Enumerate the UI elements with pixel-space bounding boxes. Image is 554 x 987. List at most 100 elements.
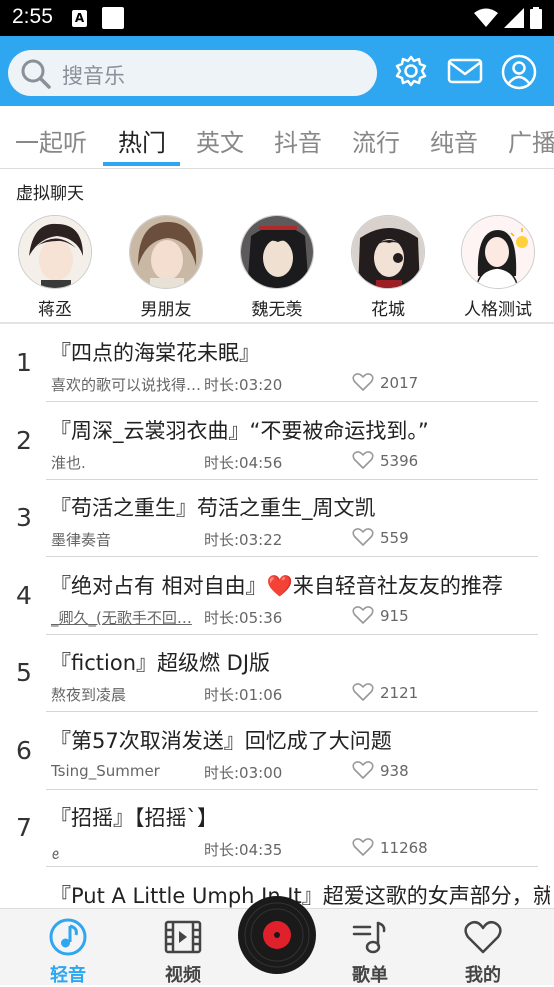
avatar-label: 蒋丞 (38, 300, 72, 320)
virtual-chat-title: 虚拟聊天 (16, 184, 84, 204)
song-likes: 915 (380, 606, 409, 625)
song-likes: 11268 (380, 839, 428, 857)
song-rank: 4 (16, 580, 32, 610)
song-artist: 墨律奏音 (51, 531, 112, 549)
song-title: 『fiction』超级燃 DJ版 (50, 651, 271, 675)
character-weiwuxian[interactable]: 魏无羡 (232, 215, 322, 320)
search-icon (21, 59, 51, 89)
music-note-icon (49, 918, 87, 956)
song-artist: _卿久_(无歌手不回… (51, 608, 192, 627)
avatar-label: 人格测试 (464, 300, 532, 320)
song-rank: 2 (16, 425, 32, 455)
status-bar: 2:55 A (0, 0, 554, 36)
song-row[interactable]: 1 『四点的海棠花未眠』喜欢的歌可以说找得… 时长:03:20 2017 (0, 324, 554, 402)
character-boyfriend[interactable]: 男朋友 (121, 215, 211, 320)
song-row[interactable]: 7 『招摇』【招摇`】 ꫀ 时长:04:35 11268 (0, 789, 554, 867)
song-likes: 559 (380, 529, 409, 547)
song-likes: 938 (380, 761, 409, 780)
avatar-label: 魏无羡 (251, 300, 303, 320)
nav-mine[interactable]: 我的 (443, 917, 523, 987)
signal-icon (504, 8, 524, 28)
film-icon (164, 920, 202, 954)
avatar (240, 215, 314, 289)
song-duration: 时长:03:00 (204, 763, 283, 782)
song-likes: 5396 (380, 451, 419, 470)
song-title: 『第57次取消发送』回忆成了大问题 (50, 728, 392, 753)
nav-label: 歌单 (352, 965, 388, 986)
song-duration: 时长:04:56 (204, 453, 283, 472)
search-placeholder: 搜音乐 (62, 64, 125, 88)
song-rank: 6 (16, 735, 32, 765)
heart-icon[interactable] (352, 450, 374, 474)
avatar (129, 215, 203, 289)
nav-label: 我的 (465, 965, 501, 986)
character-huacheng[interactable]: 花城 (343, 215, 433, 320)
app-header: 搜音乐 (0, 36, 554, 106)
tab-english[interactable]: 英文 (196, 123, 244, 158)
song-title: 『苟活之重生』苟活之重生_周文凯 (50, 496, 376, 520)
user-icon[interactable] (501, 54, 537, 90)
song-duration: 时长:05:36 (204, 608, 283, 627)
avatar (461, 215, 535, 289)
heart-icon[interactable] (352, 837, 374, 861)
nav-light-music[interactable]: 轻音 (28, 917, 108, 987)
song-title: 『招摇』【招摇`】 (50, 806, 218, 830)
avatar-label: 男朋友 (140, 300, 192, 320)
tab-douyin[interactable]: 抖音 (274, 123, 322, 158)
song-likes: 2121 (380, 684, 419, 702)
nav-playlist[interactable]: 歌单 (330, 917, 410, 987)
avatar (351, 215, 425, 289)
avatar (18, 215, 92, 289)
tab-radio[interactable]: 广播 (508, 123, 554, 158)
song-title: 『绝对占有 相对自由』❤️来自轻音社友友的推荐 (50, 573, 503, 598)
song-duration: 时长:04:35 (204, 841, 283, 859)
song-row[interactable]: 4 『绝对占有 相对自由』❤️来自轻音社友友的推荐 _卿久_(无歌手不回… 时长:05… (0, 557, 554, 635)
tab-instrumental[interactable]: 纯音 (430, 123, 478, 158)
active-tab-indicator (103, 162, 180, 166)
song-row[interactable]: 2 『周深_云裳羽衣曲』“不要被命运找到。” 淮也. 时长:04:56 5396 (0, 402, 554, 480)
song-rank: 5 (16, 658, 32, 687)
notification-a-icon: A (72, 10, 87, 27)
status-time: 2:55 (12, 5, 53, 28)
song-row[interactable]: 6 『第57次取消发送』回忆成了大问题 Tsing_Summer 时长:03:00 93… (0, 712, 554, 790)
wifi-icon (474, 8, 498, 27)
song-row[interactable]: 5 『fiction』超级燃 DJ版熬夜到凌晨 时长:01:06 2121 (0, 634, 554, 712)
heart-icon[interactable] (352, 682, 374, 706)
nav-label: 视频 (165, 965, 201, 986)
song-artist: 淮也. (51, 453, 86, 472)
mail-icon[interactable] (447, 54, 483, 88)
notification-square-icon (102, 7, 124, 29)
character-jiangcheng[interactable]: 蒋丞 (10, 215, 100, 320)
category-tabs: 一起听 热门 英文 抖音 流行 纯音 广播 (0, 106, 554, 169)
song-artist: 喜欢的歌可以说找得… (51, 376, 201, 394)
song-likes: 2017 (380, 374, 419, 392)
song-title: 『周深_云裳羽衣曲』“不要被命运找到。” (50, 418, 429, 443)
search-input[interactable]: 搜音乐 (8, 50, 377, 96)
song-duration: 时长:03:20 (204, 376, 283, 394)
heart-icon[interactable] (352, 605, 374, 629)
song-title: 『四点的海棠花未眠』 (50, 341, 260, 365)
heart-icon[interactable] (352, 527, 374, 551)
nav-label: 轻音 (50, 965, 86, 986)
song-rank: 1 (16, 348, 32, 377)
avatar-label: 花城 (371, 300, 405, 320)
battery-icon (530, 7, 542, 29)
song-row[interactable]: 3 『苟活之重生』苟活之重生_周文凯墨律奏音 时长:03:22 559 (0, 479, 554, 557)
character-personality-test[interactable]: 人格测试 (453, 215, 543, 320)
song-duration: 时长:03:22 (204, 531, 283, 549)
tab-pop[interactable]: 流行 (352, 123, 400, 158)
nav-video[interactable]: 视频 (143, 917, 223, 987)
tab-together[interactable]: 一起听 (15, 123, 87, 158)
heart-nav-icon (464, 920, 502, 954)
playlist-icon (352, 921, 386, 954)
song-artist: 熬夜到凌晨 (51, 686, 127, 704)
tab-hot[interactable]: 热门 (118, 123, 166, 158)
vinyl-disc-player-icon[interactable] (237, 895, 317, 975)
song-rank: 3 (16, 503, 32, 532)
heart-icon[interactable] (352, 372, 374, 396)
song-rank: 7 (16, 813, 32, 842)
song-artist: Tsing_Summer (51, 761, 160, 780)
heart-icon[interactable] (352, 760, 374, 784)
gear-icon[interactable] (394, 54, 428, 88)
song-duration: 时长:01:06 (204, 686, 283, 704)
